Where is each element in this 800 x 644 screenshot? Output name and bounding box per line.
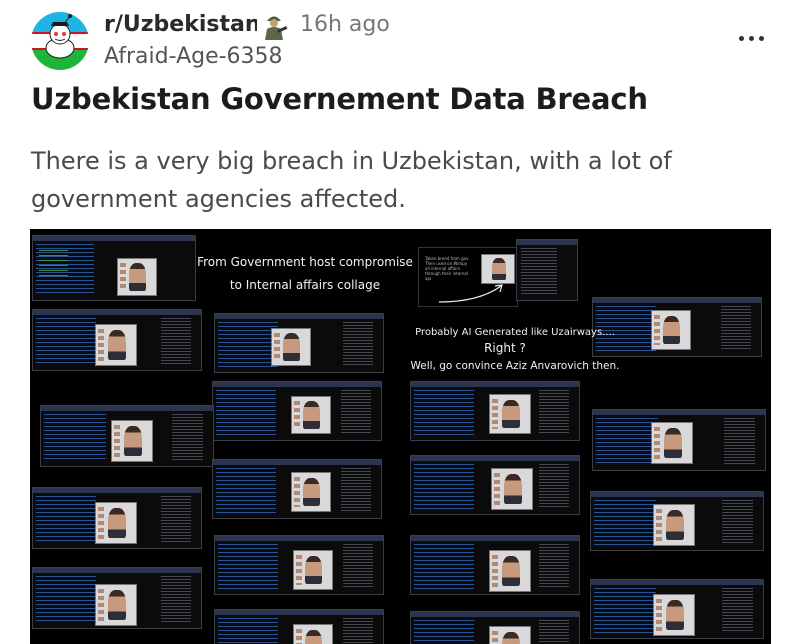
post-image[interactable]: Taken breed from gov. Then used on Wimpy… bbox=[30, 229, 771, 644]
screenshot-tile bbox=[32, 309, 202, 371]
post-timestamp: 16h ago bbox=[300, 12, 390, 37]
post-body: There is a very big breach in Uzbekistan… bbox=[31, 147, 672, 213]
screenshot-tile bbox=[214, 313, 384, 373]
subreddit-name[interactable]: r/Uzbekistan bbox=[104, 12, 261, 37]
screenshot-tile bbox=[590, 579, 764, 639]
screenshot-tile bbox=[32, 235, 196, 301]
post-header: r/Uzbekistan 16h ago Afraid-Age-6358 bbox=[0, 0, 800, 80]
more-options-icon[interactable] bbox=[736, 32, 768, 46]
soldier-flair-icon bbox=[257, 8, 291, 42]
post-author[interactable]: Afraid-Age-6358 bbox=[104, 44, 283, 69]
caption-line-4: Right ? bbox=[484, 341, 526, 355]
caption-line-5: Well, go convince Aziz Anvarovich then. bbox=[410, 360, 620, 372]
caption-line-3: Probably AI Generated like Uzairways.... bbox=[415, 327, 615, 338]
screenshot-tile bbox=[214, 535, 384, 595]
screenshot-tile bbox=[32, 567, 202, 629]
screenshot-tile bbox=[214, 609, 384, 644]
post-title[interactable]: Uzbekistan Governement Data Breach bbox=[31, 82, 771, 116]
screenshot-tile bbox=[590, 491, 764, 551]
screenshot-tile bbox=[40, 405, 214, 467]
screenshot-tile bbox=[410, 455, 580, 515]
subreddit-avatar[interactable] bbox=[31, 12, 89, 70]
screenshot-tile bbox=[516, 239, 578, 301]
screenshot-tile bbox=[212, 381, 382, 441]
screenshot-tile bbox=[212, 459, 382, 519]
screenshot-tile bbox=[592, 409, 766, 471]
annotation-note: Taken breed from gov. Then used on Wimpy… bbox=[418, 247, 518, 307]
caption-line-1: From Government host compromise bbox=[197, 255, 413, 269]
screenshot-tile bbox=[410, 535, 580, 595]
uzbek-flag-snoo-icon bbox=[31, 12, 89, 70]
screenshot-tile bbox=[32, 487, 202, 549]
screenshot-tile bbox=[410, 381, 580, 441]
caption-line-2: to Internal affairs collage bbox=[229, 278, 381, 292]
screenshot-tile bbox=[410, 611, 580, 644]
arrow-icon bbox=[438, 284, 503, 303]
